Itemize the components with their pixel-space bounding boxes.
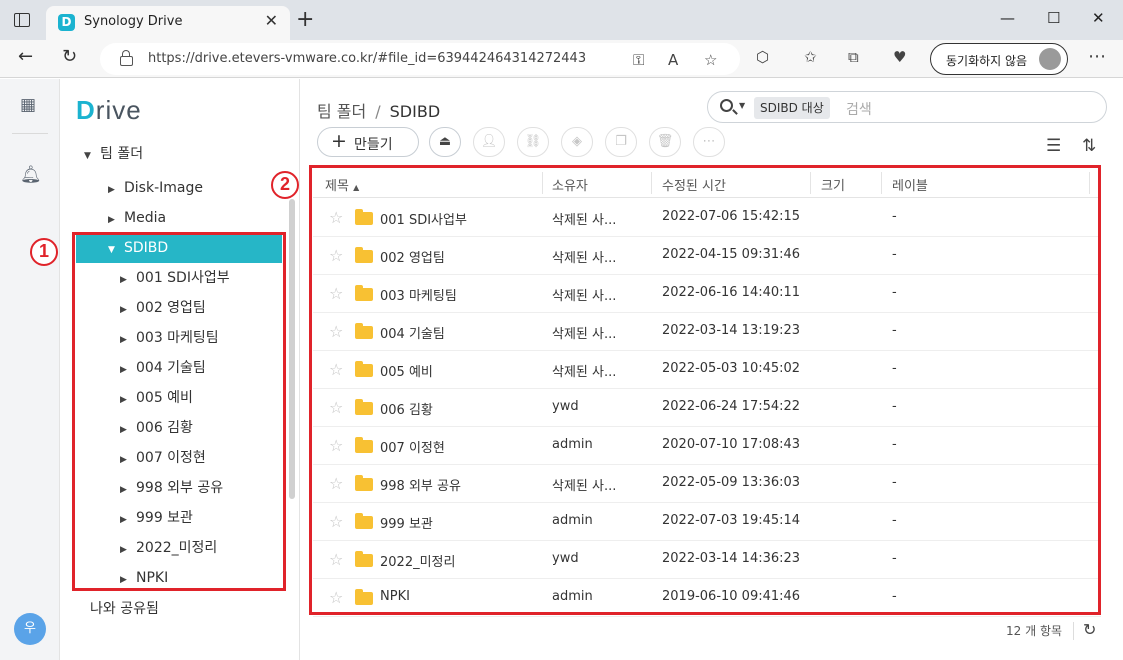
copy-button[interactable]: ❐	[605, 127, 637, 157]
breadcrumb-current: SDIBD	[389, 102, 441, 121]
extensions-icon[interactable]: ⬡	[756, 48, 769, 66]
create-label: 만들기	[354, 137, 393, 153]
refresh-list-icon[interactable]: ↻	[1083, 620, 1096, 639]
window-icon[interactable]	[14, 13, 30, 27]
annotation-marker-2: 2	[271, 171, 299, 199]
copy-icon: ❐	[615, 134, 627, 149]
link-icon: ⛓	[524, 134, 542, 149]
sync-status-button[interactable]: 동기화하지 않음	[930, 43, 1068, 75]
tree-item-disk-image[interactable]: ▶ Disk-Image	[108, 173, 203, 203]
tree-item-shared-with-me[interactable]: 나와 공유됨	[90, 594, 159, 624]
list-view-icon[interactable]: ☰	[1046, 136, 1061, 156]
more-icon: ⋯	[702, 134, 716, 149]
left-rail: ▦ 🔔︎ 우	[0, 79, 60, 660]
share-user-button[interactable]: 👤︎	[473, 127, 505, 157]
bell-icon[interactable]: 🔔︎	[20, 165, 42, 185]
drive-logo: Drive	[76, 95, 142, 125]
more-actions-button[interactable]: ⋯	[693, 127, 725, 157]
favorite-add-icon[interactable]: ☆	[704, 51, 717, 69]
back-icon[interactable]: ←	[18, 46, 33, 67]
upload-icon: ⏏	[438, 134, 452, 149]
address-bar: ← ↻ https://drive.etevers-vmware.co.kr/#…	[0, 40, 1123, 78]
sync-label: 동기화하지 않음	[946, 54, 1028, 68]
caret-down-icon[interactable]: ▼	[84, 141, 100, 171]
lock-icon[interactable]	[120, 50, 133, 66]
upload-button[interactable]: ⏏	[429, 127, 461, 157]
url-field[interactable]: https://drive.etevers-vmware.co.kr/#file…	[100, 43, 740, 75]
refresh-icon[interactable]: ↻	[62, 46, 77, 67]
search-icon	[720, 99, 733, 112]
maximize-icon[interactable]: ☐	[1047, 9, 1060, 27]
main-panel: 팀 폴더 / SDIBD ▼ SDIBD 대상 검색 + 만들기 ⏏ 👤︎ ⛓ ◈ …	[271, 79, 1123, 660]
collections-icon[interactable]: ⧉	[848, 48, 859, 66]
close-icon[interactable]: ✕	[265, 11, 278, 30]
chevron-down-icon[interactable]: ▼	[739, 101, 745, 110]
tag-icon: ◈	[572, 134, 582, 149]
rail-divider	[12, 133, 48, 134]
status-footer: 12 개 항목 ↻	[301, 614, 1123, 660]
link-button[interactable]: ⛓	[517, 127, 549, 157]
footer-divider	[1073, 622, 1074, 640]
sort-icon[interactable]: ⇅	[1082, 136, 1096, 156]
apps-grid-icon[interactable]: ▦	[20, 95, 36, 115]
health-icon[interactable]: ♥	[893, 48, 906, 66]
drive-app: ▦ 🔔︎ 우 Drive ▼ 팀 폴더 ▶ Disk-Image ▶ Media ▼ S…	[0, 79, 1123, 660]
minimize-icon[interactable]: —	[1000, 9, 1015, 27]
profile-avatar	[1039, 48, 1061, 70]
trash-icon: 🗑︎	[656, 134, 674, 149]
browser-tab-bar: D Synology Drive ✕ + — ☐ ✕	[0, 0, 1123, 40]
label-button[interactable]: ◈	[561, 127, 593, 157]
delete-button[interactable]: 🗑︎	[649, 127, 681, 157]
tree-item-team-folder[interactable]: ▼ 팀 폴더	[84, 139, 143, 169]
tab-title: Synology Drive	[84, 14, 183, 29]
tree-item-media[interactable]: ▶ Media	[108, 203, 166, 233]
url-text: https://drive.etevers-vmware.co.kr/#file…	[148, 51, 587, 66]
user-avatar[interactable]: 우	[14, 613, 46, 645]
annotation-box-1	[72, 232, 286, 591]
new-tab-icon[interactable]: +	[296, 7, 314, 32]
plus-icon: +	[331, 130, 347, 152]
window-close-icon[interactable]: ✕	[1092, 9, 1105, 27]
search-input[interactable]: ▼ SDIBD 대상 검색	[707, 91, 1107, 123]
annotation-box-2	[309, 165, 1101, 615]
annotation-marker-1: 1	[30, 238, 58, 266]
more-icon[interactable]: ⋯	[1088, 46, 1106, 67]
search-scope-chip[interactable]: SDIBD 대상	[754, 97, 830, 119]
create-button[interactable]: + 만들기	[317, 127, 419, 157]
caret-right-icon[interactable]: ▶	[108, 175, 124, 205]
item-count: 12 개 항목	[1006, 624, 1063, 638]
add-user-icon: 👤︎	[480, 134, 498, 149]
breadcrumb-root[interactable]: 팀 폴더	[317, 102, 366, 121]
breadcrumb: 팀 폴더 / SDIBD	[317, 98, 440, 122]
key-icon[interactable]: ⚿	[633, 51, 644, 69]
read-aloud-icon[interactable]: A	[668, 51, 678, 69]
search-placeholder: 검색	[846, 102, 872, 118]
browser-tab[interactable]: D Synology Drive ✕	[46, 6, 290, 40]
breadcrumb-separator: /	[375, 102, 381, 121]
tree-scrollbar[interactable]	[289, 199, 295, 499]
folder-tree: Drive ▼ 팀 폴더 ▶ Disk-Image ▶ Media ▼ SDIBD ▶ 0…	[30, 79, 300, 660]
favorites-icon[interactable]: ✩	[804, 48, 817, 66]
caret-right-icon[interactable]: ▶	[108, 205, 124, 235]
synology-drive-logo-icon: D	[58, 14, 75, 31]
